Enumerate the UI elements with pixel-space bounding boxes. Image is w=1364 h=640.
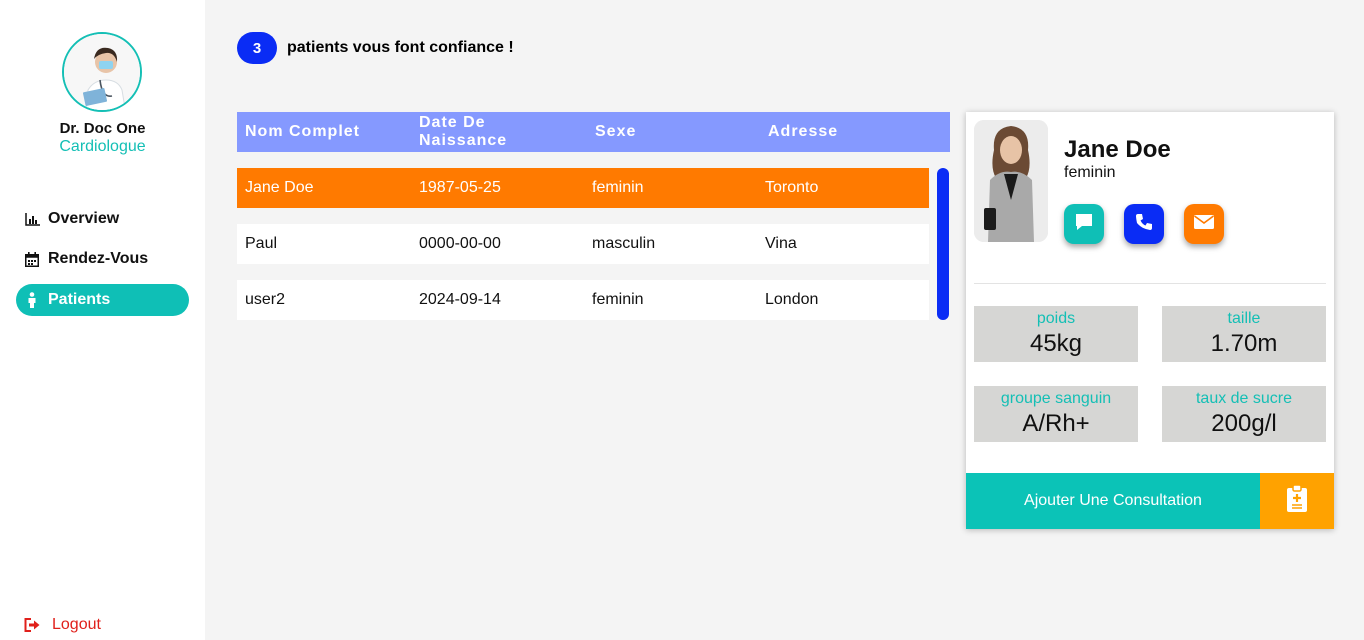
table-scrollbar[interactable]: [937, 168, 949, 320]
cell-name: user2: [245, 291, 286, 308]
cell-sex: masculin: [592, 235, 656, 252]
patient-count-text: patients vous font confiance !: [287, 39, 514, 56]
column-header-address: Adresse: [768, 123, 839, 140]
stat-blood-group: groupe sanguin A/Rh+: [974, 386, 1138, 442]
patient-name: Jane Doe: [1064, 136, 1171, 163]
doctor-specialty: Cardiologue: [59, 138, 146, 155]
nav-item-overview[interactable]: Overview: [16, 203, 189, 235]
nav-item-label: Overview: [48, 210, 120, 227]
cell-birthdate: 1987-05-25: [419, 179, 501, 196]
stat-label: poids: [1036, 310, 1076, 327]
stat-label: taille: [1227, 310, 1261, 327]
stat-label: groupe sanguin: [1000, 390, 1112, 407]
clipboard-plus-icon: [1286, 483, 1308, 518]
envelope-icon: [1193, 214, 1215, 235]
logout-button[interactable]: Logout: [24, 616, 101, 634]
cell-sex: feminin: [592, 291, 644, 308]
column-header-birthdate: Date De Naissance: [419, 114, 508, 149]
patients-table-header: Nom Complet Date De Naissance Sexe Adres…: [237, 112, 950, 152]
doctor-name: Dr. Doc One: [59, 120, 146, 137]
column-header-sex: Sexe: [595, 123, 637, 140]
logout-label: Logout: [52, 616, 101, 633]
cell-address: London: [765, 291, 819, 308]
add-consultation-button[interactable]: Ajouter Une Consultation: [966, 473, 1260, 529]
stat-value: A/Rh+: [1022, 410, 1090, 437]
cell-birthdate: 2024-09-14: [419, 291, 501, 308]
stat-value: 200g/l: [1211, 410, 1277, 437]
doctor-avatar: [62, 32, 142, 112]
sidebar: Dr. Doc One Cardiologue Overview Rendez-…: [0, 0, 205, 640]
stat-height: taille 1.70m: [1162, 306, 1326, 362]
patient-count-badge: 3: [237, 32, 277, 64]
nav-item-label: Rendez-Vous: [48, 250, 149, 267]
nav-item-patients[interactable]: Patients: [16, 284, 189, 316]
patient-sex: feminin: [1064, 164, 1116, 181]
stat-sugar-level: taux de sucre 200g/l: [1162, 386, 1326, 442]
cell-sex: feminin: [592, 179, 644, 196]
bar-chart-icon: [24, 211, 40, 227]
patient-detail-card: Jane Doe feminin poids 45kg taille 1.70m…: [966, 112, 1334, 529]
stat-label: taux de sucre: [1195, 390, 1293, 407]
table-row[interactable]: Jane Doe 1987-05-25 feminin Toronto: [237, 168, 929, 208]
cell-address: Vina: [765, 235, 797, 252]
calendar-icon: [24, 251, 40, 267]
nav-item-rendez-vous[interactable]: Rendez-Vous: [16, 243, 189, 275]
email-button[interactable]: [1184, 204, 1224, 244]
patient-photo: [974, 120, 1048, 242]
cell-birthdate: 0000-00-00: [419, 235, 501, 252]
add-consultation-icon-button[interactable]: [1260, 473, 1334, 529]
column-header-name: Nom Complet: [245, 123, 360, 140]
logout-icon: [24, 618, 40, 632]
person-icon: [24, 292, 40, 308]
cell-name: Paul: [245, 235, 278, 252]
phone-icon: [1134, 212, 1154, 237]
table-row[interactable]: user2 2024-09-14 feminin London: [237, 280, 929, 320]
stat-weight: poids 45kg: [974, 306, 1138, 362]
call-button[interactable]: [1124, 204, 1164, 244]
message-icon: [1074, 212, 1094, 237]
card-divider: [974, 283, 1326, 284]
message-button[interactable]: [1064, 204, 1104, 244]
stat-value: 1.70m: [1210, 330, 1278, 357]
cell-name: Jane Doe: [245, 179, 314, 196]
stat-value: 45kg: [1029, 330, 1083, 357]
table-row[interactable]: Paul 0000-00-00 masculin Vina: [237, 224, 929, 264]
nav-item-label: Patients: [48, 291, 111, 308]
cell-address: Toronto: [765, 179, 819, 196]
